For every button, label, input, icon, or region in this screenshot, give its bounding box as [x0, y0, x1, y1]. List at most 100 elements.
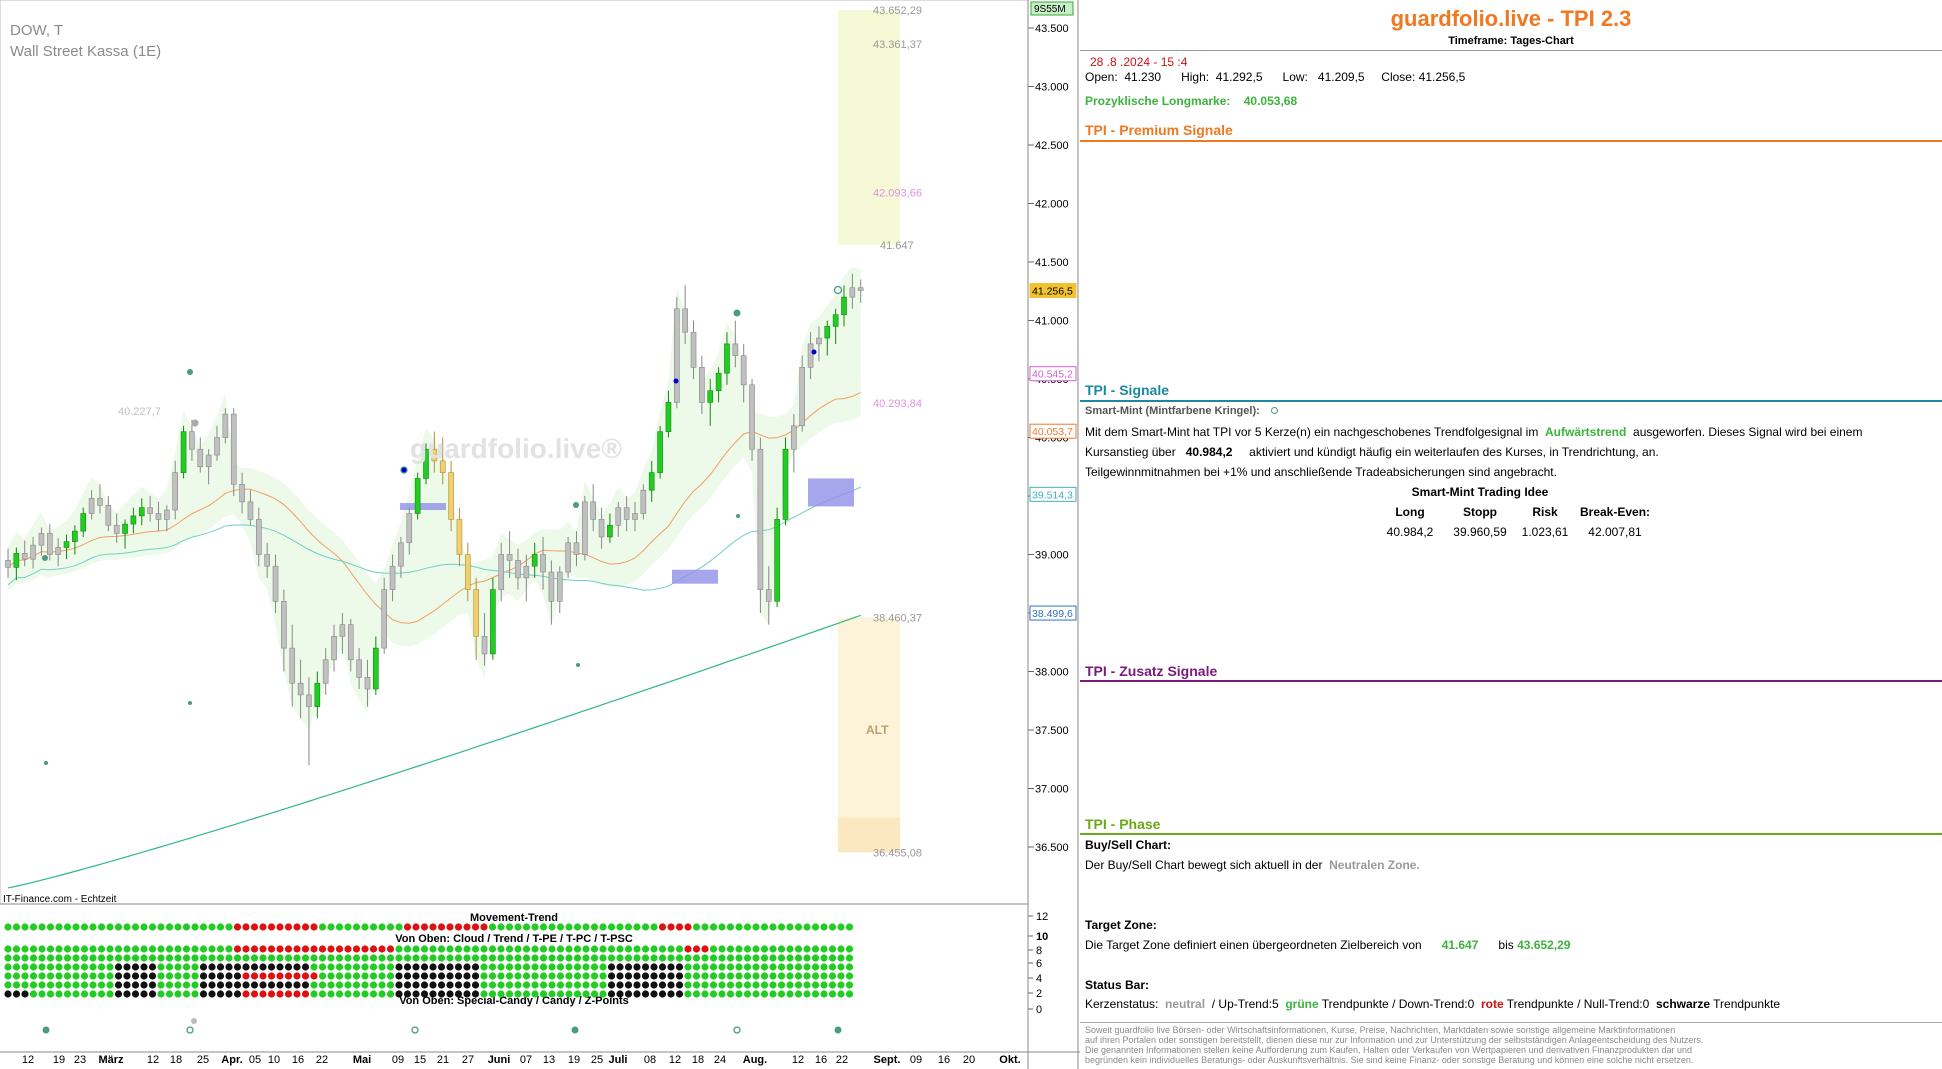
trend-dot — [463, 923, 471, 931]
trend-dot — [539, 972, 548, 980]
trend-dot — [454, 981, 463, 989]
trend-dot — [488, 954, 497, 962]
chart-area[interactable]: ALT guardfolio.live® 43.652,29 43.361,37 42.… — [0, 0, 1080, 1069]
trend-dot — [743, 990, 752, 998]
candle-body — [573, 542, 580, 555]
trend-dot — [182, 954, 191, 962]
candle-body — [657, 431, 663, 473]
trend-dot — [531, 981, 539, 989]
candle-body — [807, 343, 814, 368]
candle-body — [272, 565, 279, 602]
trend-dot — [182, 945, 191, 953]
trend-dot — [259, 963, 267, 971]
trend-dot — [803, 963, 811, 971]
trend-dot — [259, 945, 267, 953]
trend-dot — [539, 945, 548, 953]
trend-dot — [259, 990, 267, 998]
trend-dot — [97, 981, 106, 989]
trend-dot — [174, 945, 182, 953]
trend-dot — [641, 981, 650, 989]
signal-dot — [191, 419, 199, 427]
trend-dot — [165, 923, 174, 931]
trend-dot — [726, 923, 735, 931]
trend-dot — [12, 954, 21, 962]
price-badge-label: 39.514,3 — [1032, 489, 1073, 501]
trend-dot — [667, 972, 675, 980]
trend-dot — [403, 923, 412, 931]
trend-dot — [318, 923, 327, 931]
trend-dot — [242, 981, 250, 989]
trend-dot — [480, 981, 488, 989]
trend-dot — [21, 990, 29, 998]
trend-dot — [488, 963, 497, 971]
trend-dot — [284, 972, 293, 980]
candle-body — [322, 659, 329, 684]
trend-dot — [463, 963, 471, 971]
trend-dot — [352, 981, 361, 989]
price-badge-label: 40.053,7 — [1032, 426, 1073, 438]
trend-dot — [794, 923, 803, 931]
trend-dot — [692, 945, 701, 953]
trend-dot — [165, 963, 174, 971]
signal-dot — [736, 514, 740, 518]
trend-dot — [777, 963, 786, 971]
trend-dot — [131, 981, 140, 989]
x-tick-label: 19 — [53, 1054, 65, 1066]
trend-dot — [794, 963, 803, 971]
trend-dot — [420, 954, 429, 962]
trend-dot — [616, 923, 624, 931]
signal-dot — [733, 309, 741, 317]
indicator-tick-label: 2 — [1036, 988, 1042, 1000]
trend-dot — [828, 990, 837, 998]
trend-dot — [310, 963, 318, 971]
trend-dot — [539, 990, 548, 998]
trend-dot — [658, 954, 667, 962]
trend-dot — [650, 972, 658, 980]
trend-dot — [463, 945, 471, 953]
trend-dot — [131, 954, 140, 962]
trend-dot — [420, 963, 429, 971]
idea-value: 39.960,59 — [1453, 525, 1507, 539]
trend-dot — [335, 923, 344, 931]
trend-dot — [429, 923, 437, 931]
trend-dot — [828, 972, 837, 980]
trend-dot — [148, 945, 157, 953]
signal-dot — [576, 663, 580, 667]
trend-dot — [72, 981, 80, 989]
signal-text-c: Kursanstieg über — [1085, 445, 1176, 459]
trend-dot — [267, 954, 276, 962]
signal-dot — [811, 349, 817, 355]
trend-dot — [114, 963, 123, 971]
trend-dot — [361, 990, 369, 998]
trend-dot — [420, 981, 429, 989]
trend-dot — [786, 972, 794, 980]
level-label: 38.460,37 — [873, 613, 922, 625]
trend-dot — [845, 981, 854, 989]
candle-body — [857, 287, 864, 291]
trend-dot — [131, 923, 140, 931]
status-row: Kerzenstatus: neutral / Up-Trend:5 grüne… — [1085, 997, 1780, 1011]
trend-dot — [335, 945, 344, 953]
phase-title: TPI - Phase — [1085, 816, 1161, 832]
trend-dot — [250, 923, 259, 931]
trend-dot — [701, 954, 709, 962]
trend-dot — [488, 981, 497, 989]
trend-dot — [845, 945, 854, 953]
trend-dot — [327, 923, 335, 931]
trend-dot — [403, 990, 412, 998]
signals-title: TPI - Signale — [1085, 382, 1170, 398]
trend-dot — [97, 923, 106, 931]
trend-dot — [199, 972, 208, 980]
trend-dot — [667, 963, 675, 971]
trend-dot — [412, 945, 420, 953]
trend-dot — [123, 954, 131, 962]
trend-dot — [148, 990, 157, 998]
trend-dot — [641, 923, 650, 931]
trend-dot — [811, 981, 820, 989]
trend-dot — [786, 963, 794, 971]
price-chart[interactable]: ALT guardfolio.live® 43.652,29 43.361,37 42.… — [0, 0, 1080, 1069]
alt-zone-label: ALT — [866, 723, 889, 737]
trend-dot — [752, 981, 760, 989]
trend-dot — [837, 945, 845, 953]
trend-dot — [276, 990, 284, 998]
